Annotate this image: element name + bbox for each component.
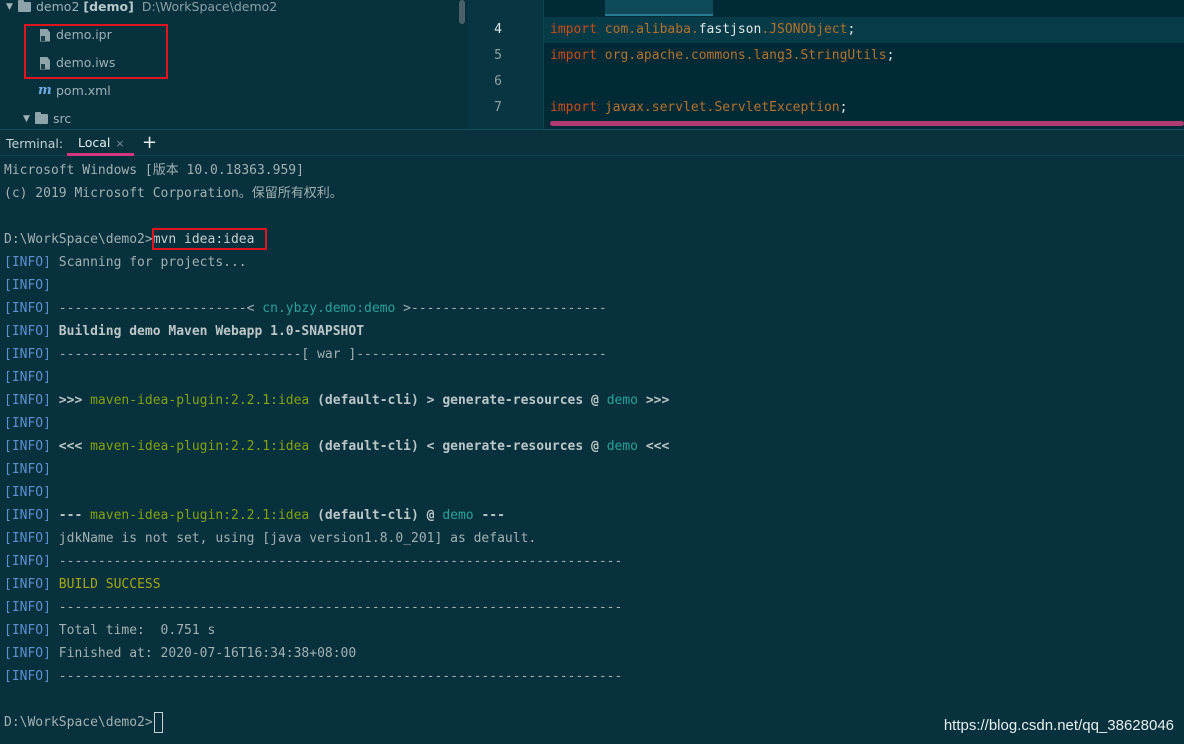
line-number: 4 — [494, 22, 502, 37]
terminal-line: [INFO] Building demo Maven Webapp 1.0-SN… — [4, 324, 365, 339]
tree-item-root[interactable]: ▼ demo2 [demo] D:\WorkSpace\demo2 — [6, 0, 277, 18]
add-terminal-icon[interactable]: + — [142, 130, 157, 157]
file-icon — [40, 56, 50, 70]
terminal-line: [INFO] jdkName is not set, using [java v… — [4, 531, 537, 546]
tree-item-label: demo.ipr — [56, 27, 112, 42]
watermark: https://blog.csdn.net/qq_38628046 — [943, 717, 1174, 734]
line-number: 7 — [494, 100, 502, 115]
code-line: import javax.servlet.ServletException; — [550, 100, 848, 115]
editor-horizontal-scrollbar[interactable] — [550, 121, 1184, 126]
folder-icon — [18, 0, 31, 12]
expand-arrow-icon[interactable]: ▼ — [6, 0, 18, 18]
terminal-label: Terminal: — [6, 136, 64, 151]
tree-item-label: src — [53, 111, 72, 126]
terminal-line: [INFO] — [4, 485, 51, 500]
terminal-line: [INFO] ------------------------< cn.ybzy… — [4, 301, 607, 316]
line-number: 5 — [494, 48, 502, 63]
terminal-output[interactable]: Microsoft Windows [版本 10.0.18363.959] (c… — [0, 157, 1184, 744]
terminal-line: [INFO] ---------------------------------… — [4, 600, 623, 615]
terminal-line: [INFO] ---------------------------------… — [4, 669, 623, 684]
build-success-text: BUILD SUCCESS — [58, 577, 161, 592]
terminal-line: [INFO] Total time: 0.751 s — [4, 623, 216, 638]
terminal-line: [INFO] — [4, 416, 51, 431]
tree-item-src[interactable]: ▼ src — [23, 108, 71, 129]
terminal-line: [INFO] <<< maven-idea-plugin:2.2.1:idea … — [4, 439, 670, 454]
terminal-line: [INFO] Scanning for projects... — [4, 255, 247, 270]
tree-item-demo-iws[interactable]: demo.iws — [40, 52, 115, 74]
tree-item-label: demo.iws — [56, 55, 116, 70]
code-line: import com.alibaba.fastjson.JSONObject; — [550, 22, 856, 37]
expand-arrow-icon[interactable]: ▼ — [23, 108, 35, 129]
code-editor[interactable]: 4 import com.alibaba.fastjson.JSONObject… — [468, 0, 1184, 129]
folder-icon — [35, 112, 48, 124]
tree-item-demo-ipr[interactable]: demo.ipr — [40, 24, 112, 46]
file-icon — [40, 28, 50, 42]
terminal-prompt-line[interactable]: D:\WorkSpace\demo2> — [4, 711, 163, 734]
module-name: [demo] — [83, 0, 134, 14]
terminal-line: (c) 2019 Microsoft Corporation。保留所有权利。 — [4, 186, 343, 201]
terminal-line: [INFO] ---------------------------------… — [4, 554, 623, 569]
tab-local[interactable]: Local × — [67, 130, 134, 156]
terminal-line: [INFO] >>> maven-idea-plugin:2.2.1:idea … — [4, 393, 670, 408]
terminal-line: [INFO] -------------------------------[ … — [4, 347, 607, 362]
tree-item-label: pom.xml — [56, 83, 111, 98]
terminal-line: [INFO] Finished at: 2020-07-16T16:34:38+… — [4, 646, 357, 661]
terminal-line: [INFO] — [4, 278, 51, 293]
terminal-line: [INFO] --- maven-idea-plugin:2.2.1:idea … — [4, 508, 505, 523]
tab-label: Local — [78, 135, 111, 150]
terminal-tab-bar: Terminal: Local × + — [0, 129, 1184, 156]
root-name: demo2 — [36, 0, 80, 14]
editor-tab[interactable] — [605, 0, 713, 16]
tree-scrollbar[interactable] — [459, 0, 465, 24]
terminal-cursor — [153, 712, 163, 733]
tree-item-pom-xml[interactable]: m pom.xml — [38, 80, 111, 102]
terminal-line: [INFO] BUILD SUCCESS — [4, 577, 161, 592]
terminal-line: [INFO] — [4, 370, 51, 385]
code-line: import org.apache.commons.lang3.StringUt… — [550, 48, 895, 63]
maven-icon: m — [38, 83, 52, 98]
terminal-line: [INFO] — [4, 462, 51, 477]
terminal-line: D:\WorkSpace\demo2>mvn idea:idea — [4, 232, 255, 247]
close-icon[interactable]: × — [115, 137, 124, 150]
project-tree: ▼ demo2 [demo] D:\WorkSpace\demo2 demo.i… — [0, 0, 468, 129]
command-text: mvn idea:idea — [152, 232, 255, 247]
root-path: D:\WorkSpace\demo2 — [141, 0, 278, 14]
line-number: 6 — [494, 74, 502, 89]
terminal-line: Microsoft Windows [版本 10.0.18363.959] — [4, 163, 304, 178]
